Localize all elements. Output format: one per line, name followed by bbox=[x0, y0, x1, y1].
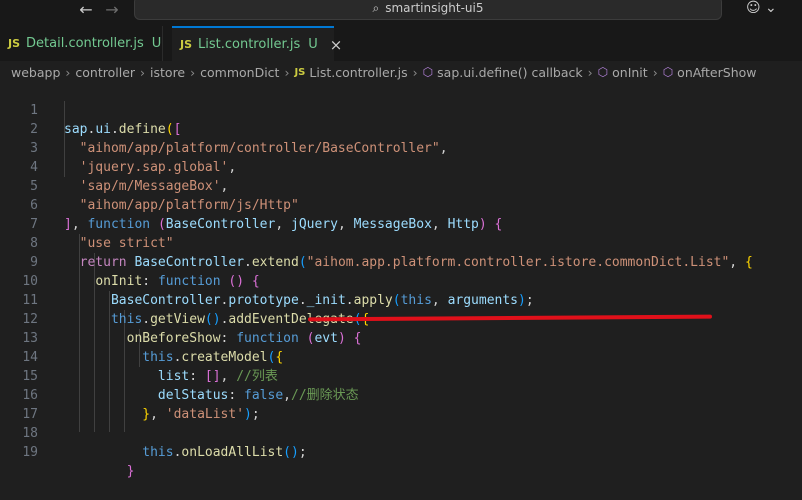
breadcrumb-item-file[interactable]: List.controller.js bbox=[309, 65, 407, 80]
code-line: 10 BaseController.prototype._init.apply(… bbox=[0, 253, 802, 308]
js-file-icon: JS bbox=[294, 66, 306, 78]
code-line: 4 'sap/m/MessageBox', bbox=[0, 139, 802, 194]
code-line: 6 ], function (BaseController, jQuery, M… bbox=[0, 177, 802, 232]
chevron-right-icon: › bbox=[65, 64, 71, 80]
tab-list-controller[interactable]: JS List.controller.js U × bbox=[172, 26, 342, 61]
code-line: 17 bbox=[0, 386, 802, 422]
chevron-right-icon: › bbox=[652, 64, 658, 80]
untracked-badge: U bbox=[308, 37, 318, 52]
symbol-method-icon: ⬡ bbox=[422, 65, 434, 79]
code-line: 18 this.onLoadAllList(); bbox=[0, 405, 802, 460]
untracked-badge: U bbox=[151, 36, 162, 51]
close-icon[interactable]: × bbox=[330, 36, 343, 54]
copilot-icon[interactable]: ☺ ⌄ bbox=[746, 0, 786, 20]
breadcrumb-item-istore[interactable]: istore bbox=[150, 65, 185, 80]
js-file-icon: JS bbox=[8, 37, 21, 50]
chevron-right-icon: › bbox=[412, 64, 418, 80]
chevron-right-icon: › bbox=[140, 64, 146, 80]
chevron-right-icon: › bbox=[587, 64, 593, 80]
code-line: 14 list: [], //列表 bbox=[0, 329, 802, 384]
title-bar: ← → ⌕ smartinsight-ui5 ☺ ⌄ bbox=[0, 0, 802, 26]
code-line: 8 return BaseController.extend("aihom.ap… bbox=[0, 215, 802, 270]
command-center-search[interactable]: ⌕ smartinsight-ui5 bbox=[134, 0, 722, 20]
breadcrumb-item-controller[interactable]: controller bbox=[75, 65, 135, 80]
code-line: 3 'jquery.sap.global', bbox=[0, 120, 802, 175]
code-line: 7 "use strict" bbox=[0, 196, 802, 251]
code-line: 19 } bbox=[0, 424, 802, 479]
code-text: this.onLoadAllList(); bbox=[142, 445, 307, 460]
code-line: 15 delStatus: false,//删除状态 bbox=[0, 348, 802, 403]
code-line: 11 this.getView().addEventDelegate({ bbox=[0, 272, 802, 327]
code-line: 16 }, 'dataList'); bbox=[0, 367, 802, 422]
line-number: 19 bbox=[22, 445, 38, 460]
search-text: smartinsight-ui5 bbox=[385, 1, 484, 15]
chevron-right-icon: › bbox=[284, 64, 290, 80]
breadcrumb: webapp › controller › istore › commonDic… bbox=[0, 61, 802, 83]
arrow-right-icon[interactable]: → bbox=[102, 1, 122, 21]
code-line: 5 "aihom/app/platform/js/Http" bbox=[0, 158, 802, 213]
tab-label: Detail.controller.js bbox=[26, 36, 144, 51]
arrow-left-icon[interactable]: ← bbox=[76, 1, 96, 21]
breadcrumb-item-webapp[interactable]: webapp bbox=[11, 65, 60, 80]
code-editor[interactable]: 1 sap.ui.define([ 2 "aihom/app/platform/… bbox=[0, 82, 802, 479]
symbol-method-icon: ⬡ bbox=[597, 65, 609, 79]
code-line: 1 sap.ui.define([ bbox=[0, 82, 802, 137]
breadcrumb-symbol-oninit[interactable]: onInit bbox=[612, 65, 648, 80]
chevron-right-icon: › bbox=[190, 64, 196, 80]
tab-detail-controller[interactable]: JS Detail.controller.js U bbox=[0, 26, 163, 61]
code-line: 12 onBeforeShow: function (evt) { bbox=[0, 291, 802, 346]
symbol-method-icon: ⬡ bbox=[662, 65, 674, 79]
code-text: } bbox=[126, 464, 135, 479]
tab-label: List.controller.js bbox=[198, 37, 301, 52]
search-icon: ⌕ bbox=[372, 1, 380, 15]
js-file-icon: JS bbox=[180, 38, 193, 51]
breadcrumb-symbol-onaftershow[interactable]: onAfterShow bbox=[677, 65, 756, 80]
editor-tab-bar: JS Detail.controller.js U JS List.contro… bbox=[0, 26, 802, 62]
breadcrumb-item-commondict[interactable]: commonDict bbox=[200, 65, 279, 80]
code-line: 2 "aihom/app/platform/controller/BaseCon… bbox=[0, 101, 802, 156]
code-line: 9 onInit: function () { bbox=[0, 234, 802, 289]
breadcrumb-symbol-callback[interactable]: sap.ui.define() callback bbox=[437, 65, 582, 80]
